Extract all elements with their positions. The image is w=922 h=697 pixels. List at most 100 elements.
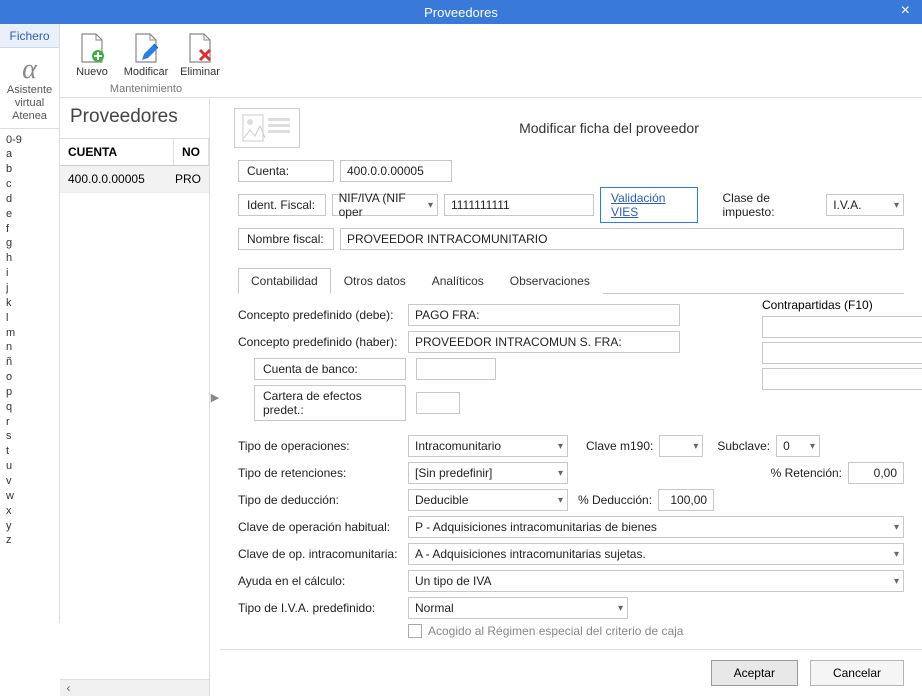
cuenta-banco-label: Cuenta de banco: [254, 358, 406, 380]
delete-label: Eliminar [180, 66, 220, 78]
alpha-item[interactable]: q [6, 400, 59, 415]
nombre-fiscal-input[interactable] [340, 228, 904, 250]
contrapartidas-label: Contrapartidas (F10) [762, 298, 922, 312]
clase-impuesto-select[interactable]: I.V.A. [826, 194, 904, 216]
tipo-deduccion-label: Tipo de deducción: [238, 493, 408, 507]
table-row[interactable]: 400.0.0.00005 PRO [60, 166, 209, 193]
alpha-item[interactable]: 0-9 [6, 133, 59, 148]
vies-link[interactable]: Validación VIES [600, 187, 698, 223]
tipo-retenciones-select[interactable]: [Sin predefinir] [408, 462, 568, 484]
cartera-efectos-label: Cartera de efectos predet.: [254, 385, 406, 421]
ident-num-input[interactable] [444, 194, 594, 216]
cuenta-input[interactable] [340, 160, 452, 182]
window-title: Proveedores [424, 5, 498, 20]
cartera-efectos-input[interactable] [416, 392, 460, 414]
new-label: Nuevo [76, 66, 108, 78]
concepto-debe-label: Concepto predefinido (debe): [238, 308, 408, 322]
clave-op-intracom-select[interactable]: A - Adquisiciones intracomunitarias suje… [408, 543, 904, 565]
alpha-item[interactable]: d [6, 192, 59, 207]
file-tab[interactable]: Fichero [0, 24, 59, 48]
ok-button[interactable]: Aceptar [711, 660, 798, 686]
ayuda-calculo-select[interactable]: Un tipo de IVA [408, 570, 904, 592]
clave-m190-label: Clave m190: [586, 439, 653, 453]
alpha-item[interactable]: t [6, 444, 59, 459]
clave-m190-select[interactable] [659, 435, 703, 457]
list-title: Proveedores [60, 98, 209, 139]
alpha-item[interactable]: c [6, 177, 59, 192]
alpha-item[interactable]: m [6, 326, 59, 341]
alpha-item[interactable]: x [6, 504, 59, 519]
contrapartida-input-1[interactable] [762, 316, 922, 338]
clave-op-habitual-select[interactable]: P - Adquisiciones intracomunitarias de b… [408, 516, 904, 538]
col-nombre[interactable]: NO [174, 139, 209, 165]
panel-expander[interactable]: ▶ [210, 98, 220, 696]
tipo-operaciones-select[interactable]: Intracomunitario [408, 435, 568, 457]
col-cuenta[interactable]: CUENTA [60, 139, 174, 165]
alpha-item[interactable]: o [6, 370, 59, 385]
concepto-debe-input[interactable] [408, 304, 680, 326]
pct-deduccion-input[interactable] [658, 489, 714, 511]
criterio-caja-label: Acogido al Régimen especial del criterio… [428, 624, 683, 638]
criterio-caja-checkbox[interactable] [408, 624, 422, 638]
alpha-item[interactable]: n [6, 340, 59, 355]
contrapartida-input-3[interactable] [762, 368, 922, 390]
ribbon-group-label: Mantenimiento [66, 78, 226, 97]
subclave-label: Subclave: [717, 439, 770, 453]
alpha-item[interactable]: p [6, 385, 59, 400]
alpha-item[interactable]: u [6, 459, 59, 474]
assistant-label-3: Atenea [12, 110, 47, 123]
tab-analiticos[interactable]: Analíticos [419, 268, 497, 294]
alpha-item[interactable]: v [6, 474, 59, 489]
scroll-left-icon[interactable]: ‹ [60, 680, 77, 697]
document-plus-icon [76, 32, 108, 64]
alpha-item[interactable]: ñ [6, 355, 59, 370]
assistant-label-1: Asistente [7, 84, 52, 97]
alpha-item[interactable]: y [6, 519, 59, 534]
tab-otros-datos[interactable]: Otros datos [331, 268, 419, 294]
alpha-item[interactable]: a [6, 147, 59, 162]
horizontal-scrollbar[interactable]: ‹ [60, 679, 209, 696]
alpha-item[interactable]: k [6, 296, 59, 311]
close-icon[interactable]: × [895, 2, 916, 20]
alpha-item[interactable]: i [6, 266, 59, 281]
cancel-button[interactable]: Cancelar [810, 660, 904, 686]
subclave-select[interactable]: 0 [776, 435, 820, 457]
document-pencil-icon [130, 32, 162, 64]
providers-table: CUENTA NO 400.0.0.00005 PRO [60, 139, 209, 679]
nombre-fiscal-label: Nombre fiscal: [238, 228, 334, 250]
alpha-item[interactable]: e [6, 207, 59, 222]
assistant-button[interactable]: α Asistente virtual Atenea [0, 48, 59, 129]
form-title: Modificar ficha del proveedor [310, 120, 908, 136]
alpha-item[interactable]: l [6, 311, 59, 326]
pct-deduccion-label: % Deducción: [578, 493, 652, 507]
alpha-item[interactable]: w [6, 489, 59, 504]
alpha-item[interactable]: r [6, 415, 59, 430]
cell-nombre: PRO [167, 166, 209, 192]
tipo-deduccion-select[interactable]: Deducible [408, 489, 568, 511]
alpha-item[interactable]: f [6, 222, 59, 237]
tab-contabilidad[interactable]: Contabilidad [238, 268, 331, 294]
pct-retencion-input[interactable] [848, 462, 904, 484]
concepto-haber-input[interactable] [408, 331, 680, 353]
tab-observaciones[interactable]: Observaciones [497, 268, 603, 294]
tabs: Contabilidad Otros datos Analíticos Obse… [238, 267, 904, 294]
image-placeholder-icon[interactable] [234, 108, 300, 148]
new-button[interactable]: Nuevo [66, 32, 118, 78]
cell-cuenta: 400.0.0.00005 [60, 166, 167, 192]
tipo-iva-select[interactable]: Normal [408, 597, 628, 619]
alpha-item[interactable]: z [6, 533, 59, 548]
delete-button[interactable]: Eliminar [174, 32, 226, 78]
ident-tipo-select[interactable]: NIF/IVA (NIF oper [332, 194, 438, 216]
modify-label: Modificar [124, 66, 169, 78]
cuenta-banco-input[interactable] [416, 358, 496, 380]
alpha-item[interactable]: g [6, 236, 59, 251]
alpha-item[interactable]: s [6, 429, 59, 444]
contrapartidas-panel: Contrapartidas (F10) ...... ...... .....… [762, 298, 922, 394]
alpha-item[interactable]: j [6, 281, 59, 296]
alpha-item[interactable]: h [6, 251, 59, 266]
modify-button[interactable]: Modificar [120, 32, 172, 78]
pct-retencion-label: % Retención: [771, 466, 842, 480]
ident-fiscal-label: Ident. Fiscal: [238, 194, 326, 216]
alpha-item[interactable]: b [6, 162, 59, 177]
contrapartida-input-2[interactable] [762, 342, 922, 364]
